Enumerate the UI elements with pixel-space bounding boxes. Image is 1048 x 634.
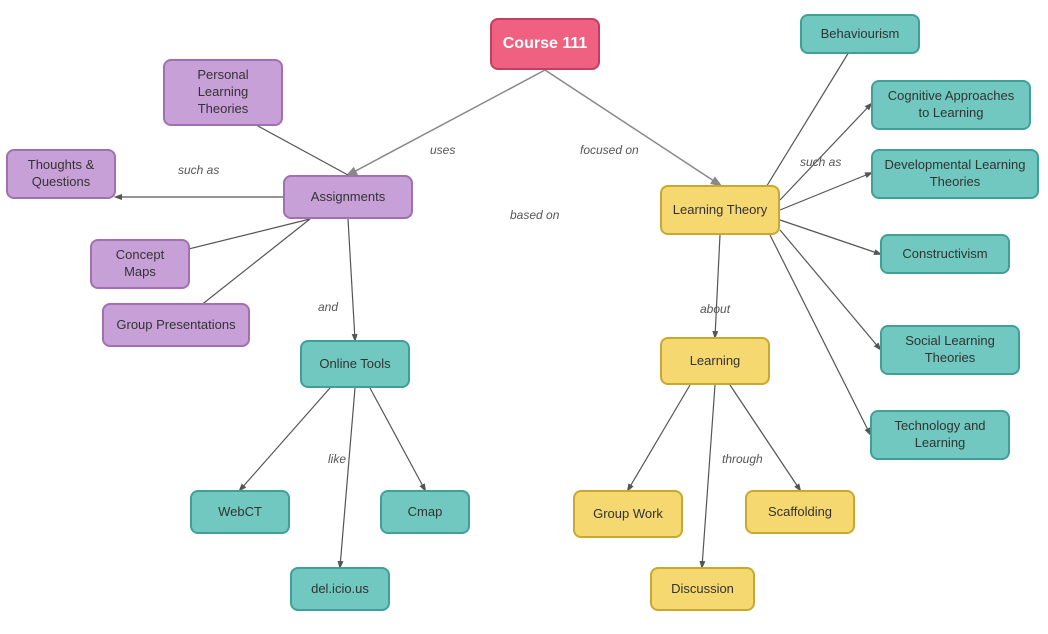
node-delicious: del.icio.us bbox=[290, 567, 390, 611]
node-webct: WebCT bbox=[190, 490, 290, 534]
node-cognitive: Cognitive Approaches to Learning bbox=[871, 80, 1031, 130]
node-personal_learning: Personal Learning Theories bbox=[163, 59, 283, 126]
edge-label-4: and bbox=[318, 300, 338, 314]
node-behaviourism: Behaviourism bbox=[800, 14, 920, 54]
edge-label-2: such as bbox=[178, 163, 219, 177]
node-group_work: Group Work bbox=[573, 490, 683, 538]
node-assignments: Assignments bbox=[283, 175, 413, 219]
edge-label-3: based on bbox=[510, 208, 559, 222]
node-thoughts_questions: Thoughts & Questions bbox=[6, 149, 116, 199]
edge-label-6: such as bbox=[800, 155, 841, 169]
edge-label-0: uses bbox=[430, 143, 455, 157]
node-learning_theory: Learning Theory bbox=[660, 185, 780, 235]
node-course: Course 111 bbox=[490, 18, 600, 70]
node-developmental: Developmental Learning Theories bbox=[871, 149, 1039, 199]
node-group_presentations: Group Presentations bbox=[102, 303, 250, 347]
node-cmap: Cmap bbox=[380, 490, 470, 534]
edge-label-1: focused on bbox=[580, 143, 639, 157]
node-social_learning: Social Learning Theories bbox=[880, 325, 1020, 375]
edge-label-8: through bbox=[722, 452, 763, 466]
edge-label-7: about bbox=[700, 302, 730, 316]
node-scaffolding: Scaffolding bbox=[745, 490, 855, 534]
node-learning: Learning bbox=[660, 337, 770, 385]
mindmap-canvas: Course 111 Assignments Learning Theory Pers… bbox=[0, 0, 1048, 634]
node-online_tools: Online Tools bbox=[300, 340, 410, 388]
node-technology_learning: Technology and Learning bbox=[870, 410, 1010, 460]
node-discussion: Discussion bbox=[650, 567, 755, 611]
node-concept_maps: Concept Maps bbox=[90, 239, 190, 289]
node-constructivism: Constructivism bbox=[880, 234, 1010, 274]
edge-label-5: like bbox=[328, 452, 346, 466]
